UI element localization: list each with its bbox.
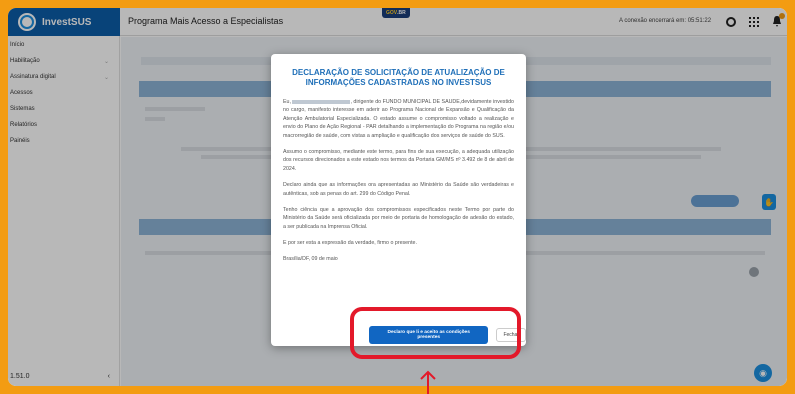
- declaration-paragraph: Tenho ciência que a aprovação dos compro…: [283, 207, 514, 230]
- declaration-text: Eu,: [283, 99, 291, 105]
- modal-title: DECLARAÇÃO DE SOLICITAÇÃO DE ATUALIZAÇÃO…: [292, 68, 505, 87]
- declaration-paragraph: Assumo o compromisso, mediante este term…: [283, 149, 514, 172]
- declaration-paragraph: E por ser esta a expressão da verdade, f…: [283, 240, 417, 247]
- redacted-name: [292, 99, 351, 104]
- declaration-text: , dirigente do FUNDO MUNICIPAL DE SAUDE,…: [283, 99, 514, 139]
- arrow-up-icon: [420, 370, 436, 394]
- signature-line: Brasília/DF, 09 de maio: [283, 255, 338, 262]
- highlight-annotation: [350, 307, 521, 359]
- declaration-paragraph: Declaro ainda que as informações ora apr…: [283, 182, 514, 197]
- declaration-modal: DECLARAÇÃO DE SOLICITAÇÃO DE ATUALIZAÇÃO…: [271, 54, 526, 346]
- declaration-paragraph: Eu, , dirigente do FUNDO MUNICIPAL DE SA…: [283, 98, 514, 140]
